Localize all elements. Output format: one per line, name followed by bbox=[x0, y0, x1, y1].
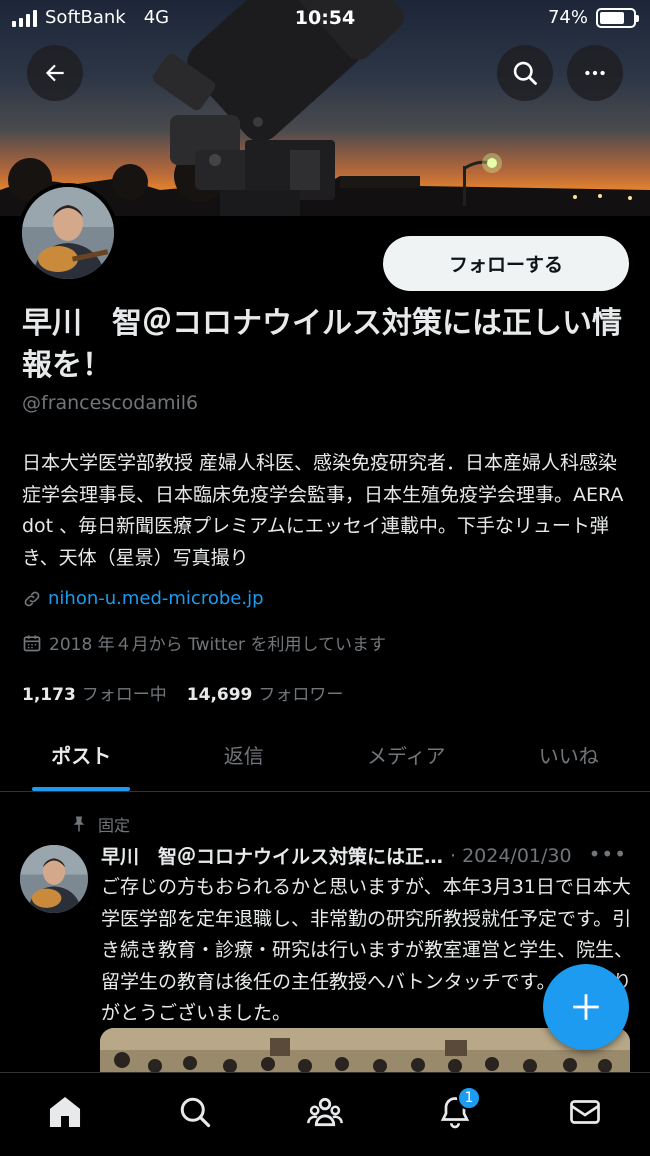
compose-button[interactable] bbox=[543, 964, 629, 1050]
following-count: 1,173 bbox=[22, 685, 76, 705]
profile-joined: 2018 年４月から Twitter を利用しています bbox=[22, 630, 386, 655]
profile-stats: 1,173 フォロー中 14,699 フォロワー bbox=[22, 680, 343, 705]
followers-stat[interactable]: 14,699 フォロワー bbox=[187, 680, 344, 705]
profile-link-text[interactable]: nihon-u.med-microbe.jp bbox=[48, 588, 264, 609]
followers-label: フォロワー bbox=[258, 685, 344, 705]
following-stat[interactable]: 1,173 フォロー中 bbox=[22, 680, 167, 705]
battery-percent: 74% bbox=[547, 7, 588, 28]
back-button[interactable] bbox=[27, 45, 83, 101]
link-icon bbox=[24, 591, 40, 606]
tab-posts[interactable]: ポスト bbox=[0, 718, 163, 791]
tweet-date[interactable]: · 2024/01/30 bbox=[450, 845, 572, 867]
nav-messages[interactable] bbox=[555, 1082, 615, 1142]
bottom-nav: 1 bbox=[0, 1072, 650, 1156]
nav-explore[interactable] bbox=[165, 1082, 225, 1142]
follow-button[interactable]: フォローする bbox=[383, 236, 629, 291]
profile-avatar[interactable] bbox=[18, 183, 118, 283]
calendar-icon bbox=[23, 635, 41, 651]
more-button[interactable] bbox=[567, 45, 623, 101]
avatar-photo bbox=[22, 187, 114, 279]
profile-handle: @francescodamil6 bbox=[22, 392, 199, 414]
plus-icon bbox=[573, 994, 599, 1020]
tweet-more-button[interactable]: ••• bbox=[589, 842, 627, 866]
more-icon bbox=[585, 70, 605, 76]
search-icon bbox=[180, 1097, 211, 1127]
nav-communities[interactable] bbox=[295, 1082, 355, 1142]
battery-fill bbox=[600, 11, 624, 24]
tweet-header: 早川 智＠コロナウイルス対策には正しい情報を！ · 2024/01/30 ••• bbox=[101, 842, 631, 869]
tweet-avatar[interactable] bbox=[20, 845, 88, 913]
search-button[interactable] bbox=[497, 45, 553, 101]
profile-link[interactable]: nihon-u.med-microbe.jp bbox=[22, 588, 264, 609]
home-icon bbox=[49, 1096, 81, 1127]
tab-replies[interactable]: 返信 bbox=[163, 718, 326, 791]
notification-badge: 1 bbox=[457, 1085, 481, 1110]
pinned-indicator: 固定 bbox=[70, 812, 130, 836]
profile-bio: 日本大学医学部教授 産婦人科医、感染免疫研究者．日本産婦人科感染症学会理事長、日… bbox=[22, 452, 624, 569]
pinned-label: 固定 bbox=[98, 816, 131, 835]
avatar-photo bbox=[20, 845, 88, 913]
profile-joined-text: 2018 年４月から Twitter を利用しています bbox=[49, 635, 386, 655]
following-label: フォロー中 bbox=[81, 685, 167, 705]
pin-icon bbox=[73, 816, 85, 832]
followers-count: 14,699 bbox=[186, 685, 253, 705]
profile-tabs: ポスト 返信 メディア いいね bbox=[0, 718, 650, 792]
status-right: 74% bbox=[547, 7, 639, 28]
tweet-author-name[interactable]: 早川 智＠コロナウイルス対策には正しい情報を！ bbox=[101, 842, 446, 869]
people-icon bbox=[307, 1097, 343, 1126]
mail-icon bbox=[570, 1099, 600, 1124]
tab-likes[interactable]: いいね bbox=[488, 718, 650, 791]
battery-icon bbox=[596, 7, 639, 28]
status-bar: SoftBank 4G 10:54 74% bbox=[0, 0, 650, 38]
nav-home[interactable] bbox=[35, 1082, 95, 1142]
tab-media[interactable]: メディア bbox=[325, 718, 488, 791]
profile-display-name: 早川 智＠コロナウイルス対策には正しい情報を！ bbox=[22, 306, 622, 383]
search-icon bbox=[513, 61, 537, 85]
arrow-left-icon bbox=[45, 64, 64, 82]
nav-notifications[interactable]: 1 bbox=[425, 1082, 485, 1142]
